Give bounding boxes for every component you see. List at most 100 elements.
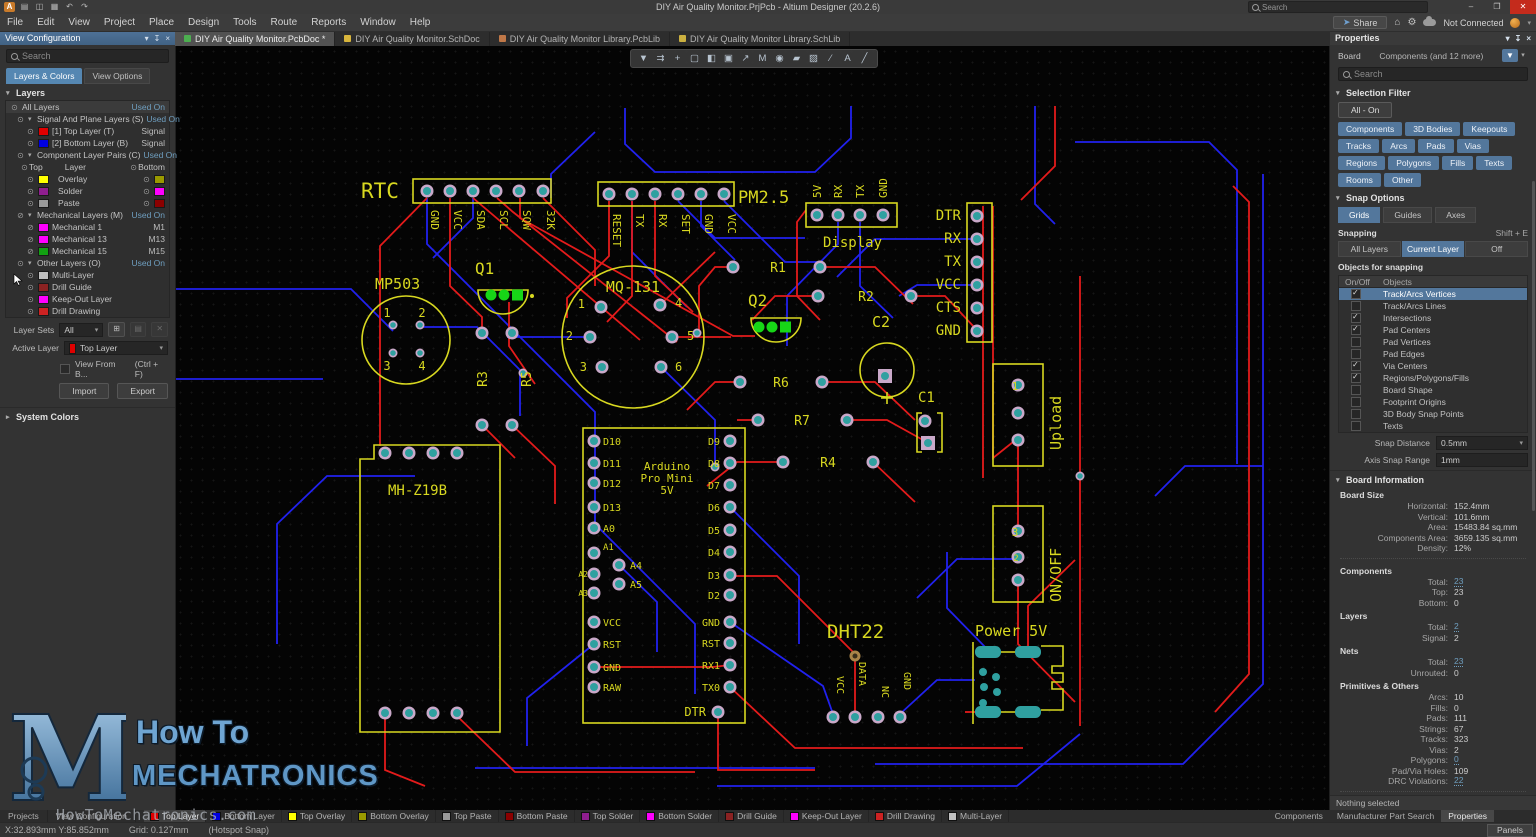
snap-object-row[interactable]: Texts [1339,420,1527,432]
menu-item[interactable]: Help [403,17,438,28]
pad[interactable] [674,190,682,198]
open-icon[interactable]: ◫ [34,2,45,12]
eye-icon[interactable]: ⊙ [16,259,25,268]
pin-label[interactable]: RAW [603,683,622,694]
pin-label[interactable]: D12 [603,479,621,490]
info-value-link[interactable]: 0 [1454,598,1459,608]
pin-label[interactable]: TX [854,184,867,198]
pin-label[interactable]: GND [702,618,720,629]
menu-item[interactable]: Project [97,17,142,28]
pad[interactable] [726,437,734,445]
bottom-color-swatch[interactable] [154,175,165,184]
used-on-link[interactable]: Used On [131,102,165,112]
snap-object-row[interactable]: Track/Arcs Lines [1339,300,1527,312]
pin-label[interactable]: D11 [603,459,621,470]
layer-tab[interactable]: Bottom Solder [640,810,719,822]
pad[interactable] [615,561,623,569]
pin-label[interactable]: D4 [708,548,720,559]
dock-tab[interactable]: Properties [1441,810,1494,822]
layer-tab[interactable]: Bottom Paste [499,810,575,822]
pad[interactable] [668,333,676,341]
pad[interactable] [973,258,981,266]
snap-object-row[interactable]: Track/Arcs Vertices [1339,288,1527,300]
pin-label[interactable]: GND [901,672,912,690]
panel-tab[interactable]: View Configuration [48,810,136,822]
pin-label[interactable]: A3 [578,589,588,598]
snap-distance-select[interactable]: 0.5mm▾ [1436,436,1528,450]
layer-tab[interactable]: Top Overlay [282,810,352,822]
info-value-link[interactable]: 2 [1454,745,1459,755]
pad[interactable] [834,211,842,219]
snap-object-row[interactable]: Intersections [1339,312,1527,324]
eye-icon[interactable]: ⊙ [26,307,35,316]
pin-label[interactable]: A4 [630,561,642,572]
toolbar-tool-icon[interactable]: ◉ [772,53,787,64]
pad[interactable] [530,294,534,298]
ref-mhz19b[interactable]: MH-Z19B [388,483,447,499]
ref-r6[interactable]: R6 [773,376,789,391]
pad[interactable] [417,322,423,328]
eye-icon[interactable]: ⊙ [26,139,35,148]
ref-c1[interactable]: C1 [918,390,935,406]
pad[interactable] [590,503,598,511]
pad[interactable] [843,416,851,424]
global-search-input[interactable]: Search [1248,1,1428,13]
pin-label[interactable]: SCL [497,210,510,230]
snap-toggle-button[interactable]: Axes [1435,207,1476,223]
panel-dropdown-icon[interactable]: ▾ [145,34,149,43]
pin-label[interactable]: VCC [834,676,845,694]
pad[interactable] [720,190,728,198]
pad[interactable] [615,580,623,588]
ref-power[interactable]: Power 5V [975,622,1047,640]
selection-filter-button[interactable]: Keepouts [1463,122,1515,136]
pin-label[interactable]: RX [656,214,669,228]
pad[interactable] [881,372,889,380]
pad[interactable] [779,458,787,466]
ref-r1[interactable]: R1 [770,261,786,276]
panel-scrollbar[interactable] [1532,181,1535,511]
tree-row-other-layer[interactable]: ⊙ Drill Drawing [6,305,169,317]
eye-icon[interactable]: ⊙ [26,295,35,304]
toolbar-tool-icon[interactable]: ⇉ [653,53,668,64]
top-color-swatch[interactable] [38,187,49,196]
ref-q2[interactable]: Q2 [748,291,767,310]
active-layer-select[interactable]: Top Layer▾ [64,341,168,355]
pad[interactable] [975,706,1001,718]
pad[interactable] [478,421,486,429]
pin-label[interactable]: TX [633,214,646,228]
pad[interactable] [754,322,765,333]
tree-row-other-group[interactable]: ⊙▾ Other Layers (O) Used On [6,257,169,269]
menu-item[interactable]: Window [353,17,403,28]
eye-off-icon[interactable]: ⊘ [16,211,25,220]
pad[interactable] [590,618,598,626]
document-tab[interactable]: DIY Air Quality Monitor.PcbDoc * [175,31,335,46]
selection-filter-header[interactable]: ▾Selection Filter [1330,84,1536,100]
pad[interactable] [656,301,664,309]
pad[interactable] [453,449,461,457]
layer-color-swatch[interactable] [38,271,49,280]
pin-label[interactable]: RST [702,639,720,650]
pad[interactable] [590,570,598,578]
panel-pin-icon[interactable]: ↧ [1515,34,1522,43]
pad[interactable] [598,363,606,371]
pad[interactable] [924,439,932,447]
menu-item[interactable]: View [61,17,97,28]
pad[interactable] [1015,646,1041,658]
used-on-link[interactable]: Used On [131,210,165,220]
pad[interactable] [390,322,396,328]
pin-label[interactable]: D2 [708,591,720,602]
layer-tab[interactable]: Top Solder [575,810,641,822]
pin-label[interactable]: GND [603,663,621,674]
tree-row-mechanical-layer[interactable]: ⊘ Mechanical 15 M15 [6,245,169,257]
pin-label[interactable]: CTS [936,300,961,316]
pad[interactable] [979,668,987,676]
layers-section-header[interactable]: ▾Layers [0,84,175,100]
pad[interactable] [780,322,791,333]
pad[interactable] [993,688,1001,696]
pad[interactable] [726,639,734,647]
pin-label[interactable]: RX [944,231,961,247]
pad[interactable] [590,640,598,648]
pad[interactable] [726,618,734,626]
snap-object-row[interactable]: Regions/Polygons/Fills [1339,372,1527,384]
pad[interactable] [590,683,598,691]
